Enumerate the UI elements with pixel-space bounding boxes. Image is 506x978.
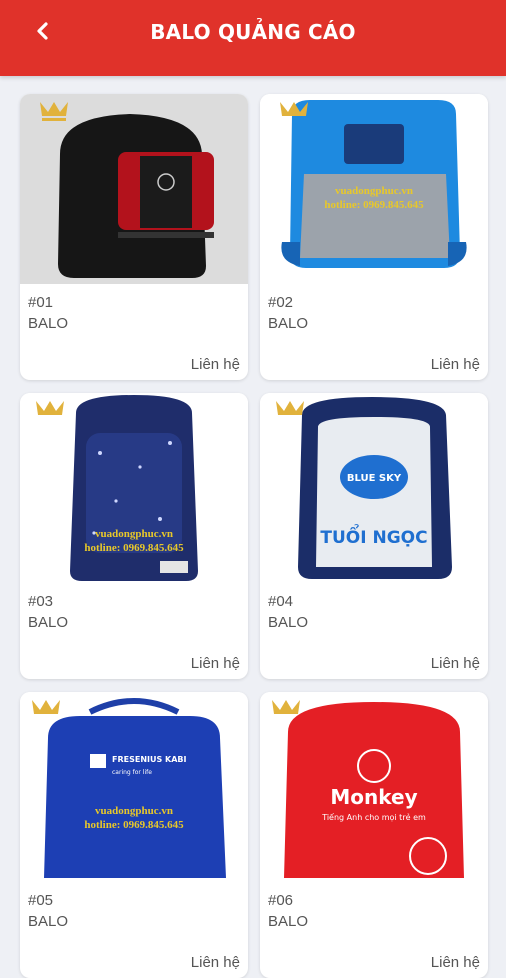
- contact-link[interactable]: Liên hệ: [191, 954, 240, 971]
- logo-text: BLUE SKY: [347, 473, 402, 484]
- chevron-left-icon: [37, 22, 48, 40]
- product-code: #06: [268, 892, 294, 909]
- product-card[interactable]: FRESENIUS KABI caring for life vuadongph…: [20, 692, 248, 978]
- product-card[interactable]: vuadongphuc.vn hotline: 0969.845.645 #02…: [260, 94, 488, 380]
- product-name: BALO: [268, 315, 309, 332]
- app-bar: BALO QUẢNG CÁO: [0, 0, 506, 76]
- product-card[interactable]: BLUE SKY TUỔI NGỌC #04 BALO Liên hệ: [260, 393, 488, 679]
- back-button[interactable]: [28, 16, 58, 46]
- product-name: BALO: [28, 315, 69, 332]
- product-card[interactable]: #01 BALO Liên hệ: [20, 94, 248, 380]
- contact-link[interactable]: Liên hệ: [191, 356, 240, 373]
- product-image-blue-messenger-backpack: FRESENIUS KABI caring for life vuadongph…: [20, 692, 248, 882]
- brand-watermark: vuadongphuc.vn: [335, 185, 413, 197]
- contact-link[interactable]: Liên hệ: [431, 954, 480, 971]
- product-card[interactable]: vuadongphuc.vn hotline: 0969.845.645 #03…: [20, 393, 248, 679]
- brand-watermark: vuadongphuc.vn: [95, 528, 173, 540]
- product-card[interactable]: Monkey Tiếng Anh cho mọi trẻ em #06 BALO…: [260, 692, 488, 978]
- contact-link[interactable]: Liên hệ: [191, 655, 240, 672]
- product-image-blue-grey-backpack: vuadongphuc.vn hotline: 0969.845.645: [260, 94, 488, 284]
- tagline-text: Tiếng Anh cho mọi trẻ em: [321, 812, 426, 822]
- tagline-text: caring for life: [112, 769, 152, 776]
- logo-text: FRESENIUS KABI: [112, 755, 187, 764]
- product-image-red-monkey-backpack: Monkey Tiếng Anh cho mọi trẻ em: [260, 692, 488, 882]
- page-title: BALO QUẢNG CÁO: [150, 20, 356, 44]
- product-name: BALO: [28, 614, 69, 631]
- brand-watermark: hotline: 0969.845.645: [84, 542, 184, 554]
- product-code: #05: [28, 892, 54, 909]
- product-name: BALO: [268, 913, 309, 930]
- product-image-navy-white-backpack: BLUE SKY TUỔI NGỌC: [260, 393, 488, 583]
- contact-link[interactable]: Liên hệ: [431, 356, 480, 373]
- product-code: #03: [28, 593, 54, 610]
- product-name: BALO: [28, 913, 69, 930]
- product-image-black-red-backpack: [20, 94, 248, 284]
- brand-watermark: hotline: 0969.845.645: [84, 819, 184, 831]
- product-code: #04: [268, 593, 294, 610]
- contact-link[interactable]: Liên hệ: [431, 655, 480, 672]
- brand-watermark: hotline: 0969.845.645: [324, 199, 424, 211]
- product-grid: #01 BALO Liên hệ vuadongphuc.vn hotline:…: [20, 94, 488, 978]
- product-image-navy-galaxy-backpack: vuadongphuc.vn hotline: 0969.845.645: [20, 393, 248, 583]
- product-code: #02: [268, 294, 294, 311]
- product-name: BALO: [268, 614, 309, 631]
- product-code: #01: [28, 294, 54, 311]
- logo-text: Monkey: [330, 785, 417, 809]
- brand-watermark: vuadongphuc.vn: [95, 805, 173, 817]
